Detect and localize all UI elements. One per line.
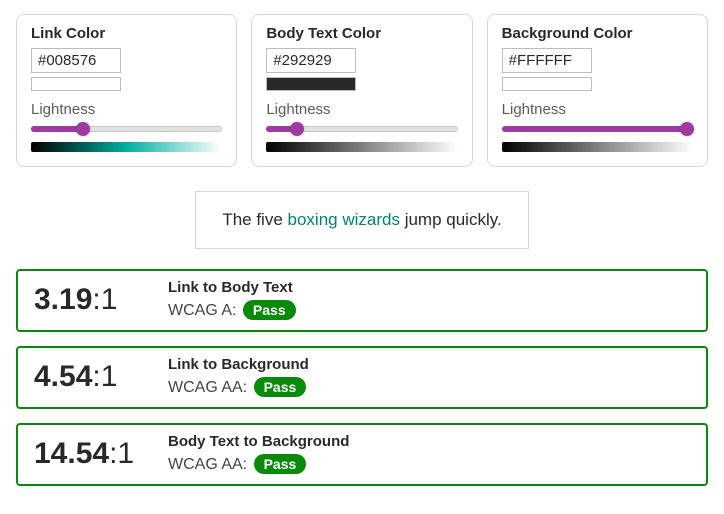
lightness-slider-body[interactable]: [266, 122, 457, 136]
ratio-tail: :1: [92, 283, 117, 316]
result-link-to-background: 4.54:1 Link to Background WCAG AA: Pass: [16, 346, 708, 409]
wcag-label: WCAG A:: [168, 302, 241, 319]
panel-body-text-color: Body Text Color Lightness: [251, 14, 472, 167]
hex-input-bg[interactable]: [502, 48, 592, 73]
result-line: WCAG AA: Pass: [168, 454, 690, 474]
result-line: WCAG A: Pass: [168, 300, 690, 320]
swatch-link[interactable]: [31, 77, 121, 91]
status-badge: Pass: [254, 454, 307, 474]
ratio-value: 3.19:1: [34, 283, 144, 317]
gradient-strip-bg: [502, 142, 693, 152]
lightness-label: Lightness: [266, 101, 457, 118]
panel-title: Link Color: [31, 25, 222, 42]
gradient-strip-link: [31, 142, 222, 152]
preview-box: The five boxing wizards jump quickly.: [195, 191, 528, 249]
lightness-label: Lightness: [502, 101, 693, 118]
panel-title: Background Color: [502, 25, 693, 42]
slider-thumb[interactable]: [290, 122, 304, 136]
preview-link[interactable]: boxing wizards: [288, 210, 400, 229]
panel-background-color: Background Color Lightness: [487, 14, 708, 167]
swatch-bg[interactable]: [502, 77, 592, 91]
panel-title: Body Text Color: [266, 25, 457, 42]
slider-fill: [502, 126, 693, 132]
result-link-to-body: 3.19:1 Link to Body Text WCAG A: Pass: [16, 269, 708, 332]
result-body: Link to Body Text WCAG A: Pass: [168, 279, 690, 320]
wcag-label: WCAG AA:: [168, 379, 252, 396]
swatch-body[interactable]: [266, 77, 356, 91]
slider-thumb[interactable]: [680, 122, 694, 136]
panel-link-color: Link Color Lightness: [16, 14, 237, 167]
result-body-to-background: 14.54:1 Body Text to Background WCAG AA:…: [16, 423, 708, 486]
preview-wrap: The five boxing wizards jump quickly.: [16, 191, 708, 249]
preview-text-after: jump quickly.: [400, 210, 502, 229]
gradient-strip-body: [266, 142, 457, 152]
lightness-slider-bg[interactable]: [502, 122, 693, 136]
result-line: WCAG AA: Pass: [168, 377, 690, 397]
lightness-slider-link[interactable]: [31, 122, 222, 136]
result-title: Body Text to Background: [168, 433, 690, 450]
ratio-bold: 14.54: [34, 437, 109, 470]
ratio-tail: :1: [109, 437, 134, 470]
ratio-bold: 3.19: [34, 283, 92, 316]
ratio-tail: :1: [92, 360, 117, 393]
color-panels: Link Color Lightness Body Text Color Lig…: [16, 14, 708, 167]
lightness-label: Lightness: [31, 101, 222, 118]
result-body: Link to Background WCAG AA: Pass: [168, 356, 690, 397]
result-body: Body Text to Background WCAG AA: Pass: [168, 433, 690, 474]
result-title: Link to Body Text: [168, 279, 690, 296]
ratio-value: 14.54:1: [34, 437, 144, 471]
hex-input-link[interactable]: [31, 48, 121, 73]
ratio-bold: 4.54: [34, 360, 92, 393]
ratio-value: 4.54:1: [34, 360, 144, 394]
result-title: Link to Background: [168, 356, 690, 373]
hex-input-body[interactable]: [266, 48, 356, 73]
status-badge: Pass: [254, 377, 307, 397]
wcag-label: WCAG AA:: [168, 456, 252, 473]
status-badge: Pass: [243, 300, 296, 320]
preview-text-before: The five: [222, 210, 287, 229]
slider-thumb[interactable]: [76, 122, 90, 136]
